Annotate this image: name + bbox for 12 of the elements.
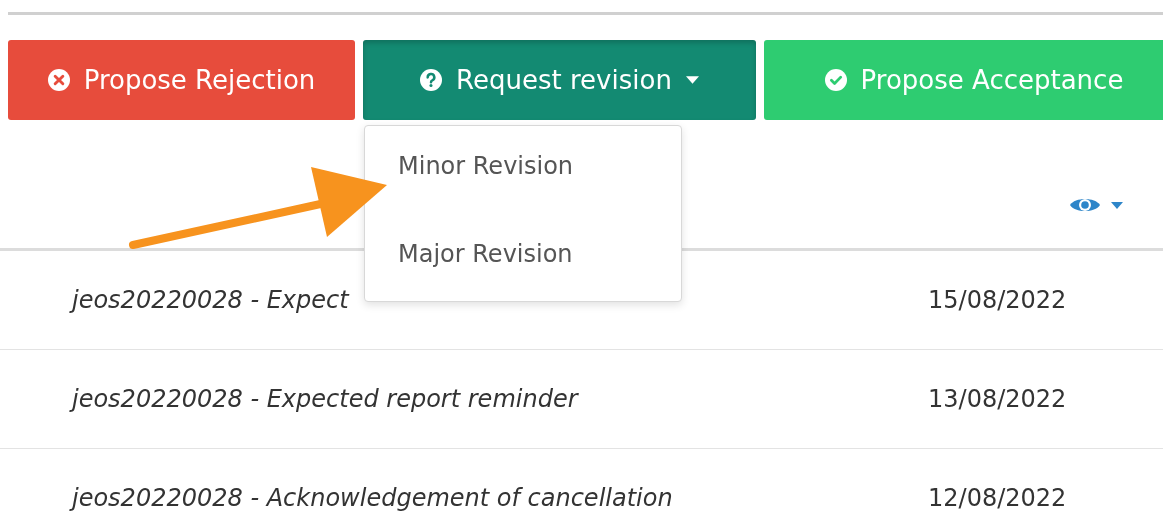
message-date: 15/08/2022 (928, 286, 1067, 314)
message-date: 13/08/2022 (928, 385, 1067, 413)
question-circle-icon (420, 69, 443, 91)
message-date: 12/08/2022 (928, 484, 1067, 512)
caret-icon (685, 76, 699, 84)
menu-item[interactable]: Major Revision (365, 234, 681, 294)
menu-item[interactable]: Minor Revision (365, 146, 681, 234)
close-circle-icon (47, 69, 70, 91)
action-button[interactable]: Request revision (363, 40, 756, 120)
check-circle-icon (824, 69, 847, 91)
action-button[interactable]: Propose Rejection (8, 40, 355, 120)
caret-icon (1111, 201, 1123, 209)
